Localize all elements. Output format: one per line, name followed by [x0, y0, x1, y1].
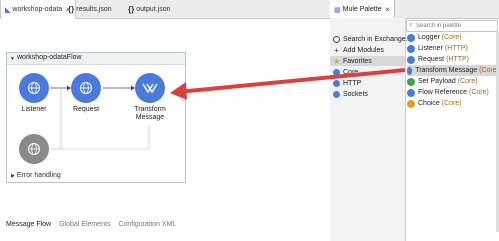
search-icon: ⌕	[409, 22, 413, 28]
tab-label: output.json	[136, 5, 171, 13]
node-label-request: Request	[72, 106, 100, 113]
choice-icon	[407, 99, 415, 108]
connector-line	[50, 88, 62, 150]
tab-results-json[interactable]: {} results.json	[64, 0, 116, 18]
listener-node[interactable]	[19, 73, 49, 103]
connector-line	[53, 125, 150, 150]
tab-label: results.json	[76, 5, 112, 13]
plus-icon: +	[334, 45, 339, 55]
node-label-listener: Listener	[21, 106, 47, 113]
tab-label: workshop-odata	[12, 6, 63, 13]
operation-flow-reference[interactable]: Flow Reference (Core)	[407, 87, 499, 98]
star-icon: ★	[333, 56, 341, 66]
operation-module: (Core)	[441, 100, 462, 107]
set-payload-icon	[407, 77, 415, 86]
source-placeholder-node[interactable]	[19, 134, 49, 164]
category-label: Sockets	[343, 90, 368, 98]
palette-categories: Search in Exchange... + Add Modules ★ Fa…	[330, 18, 412, 241]
transform-message-node[interactable]	[135, 73, 165, 103]
error-handling-label: Error handling	[16, 172, 61, 179]
mule-file-icon: ◣	[5, 6, 11, 14]
operation-module: (Core)	[441, 34, 462, 41]
request-node[interactable]	[71, 73, 101, 103]
tab-message-flow[interactable]: Message Flow	[6, 221, 51, 228]
operation-name: Set Payload	[418, 78, 456, 85]
category-label: HTTP	[343, 79, 362, 87]
operation-name: Logger	[418, 34, 440, 41]
category-core[interactable]: Core	[333, 67, 358, 77]
category-add-modules[interactable]: + Add Modules	[333, 45, 384, 55]
globe-icon	[28, 82, 40, 94]
category-label: Core	[343, 68, 359, 76]
operation-request[interactable]: Request (HTTP)	[407, 54, 499, 65]
tab-configuration-xml[interactable]: Configuration XML	[118, 221, 176, 228]
logger-icon	[407, 33, 415, 42]
listener-icon	[407, 44, 415, 53]
tab-global-elements[interactable]: Global Elements	[59, 221, 110, 228]
http-icon	[333, 79, 340, 87]
globe-arrow-icon	[80, 82, 92, 94]
exchange-icon	[333, 35, 340, 43]
flow-reference-icon	[407, 88, 415, 97]
tab-output-json[interactable]: {} output.json	[124, 0, 174, 18]
operation-name: Transform Message	[415, 67, 478, 74]
request-icon	[407, 55, 415, 64]
palette-tab-bar: ▦ Mule Palette ✕	[330, 0, 499, 19]
close-icon[interactable]: ✕	[385, 6, 391, 14]
operation-transform-message[interactable]: Transform Message (Core)	[407, 65, 499, 76]
core-icon	[333, 68, 340, 76]
operation-module: (Core)	[469, 89, 489, 96]
operation-listener[interactable]: Listener (HTTP)	[407, 43, 499, 54]
json-file-icon: {}	[68, 4, 75, 14]
operation-logger[interactable]: Logger (Core)	[407, 32, 499, 43]
category-sockets[interactable]: Sockets	[333, 89, 368, 99]
category-http[interactable]: HTTP	[333, 78, 361, 88]
tab-label: Mule Palette	[342, 6, 382, 13]
operation-module: (HTTP)	[444, 45, 468, 52]
flow-container[interactable]: ▼ workshop-odataFlow Listener Request Tr…	[6, 52, 186, 183]
category-favorites[interactable]: ★ Favorites	[330, 56, 405, 66]
operation-name: Listener	[418, 45, 443, 52]
transform-icon	[407, 66, 413, 75]
palette-search-field[interactable]: ⌕	[406, 20, 498, 32]
category-label: Favorites	[343, 57, 372, 65]
editor-bottom-tabs: Message Flow Global Elements Configurati…	[6, 221, 182, 228]
globe-icon	[28, 143, 40, 155]
sockets-icon	[333, 90, 340, 98]
operation-name: Request	[418, 56, 445, 63]
operation-module: (HTTP)	[446, 56, 470, 63]
flow-editor: ◣ workshop-odata ✕ {} results.json {} ou…	[0, 0, 331, 241]
operation-name: Choice	[418, 100, 440, 107]
category-label: Search in Exchange...	[343, 35, 412, 43]
operation-set-payload[interactable]: Set Payload (Core)	[407, 76, 499, 87]
operation-name: Flow Reference	[418, 89, 468, 96]
json-file-icon: {}	[128, 4, 135, 14]
transform-icon	[142, 83, 158, 94]
editor-tab-bar: ◣ workshop-odata ✕ {} results.json {} ou…	[0, 0, 330, 19]
operation-choice[interactable]: Choice (Core)	[407, 98, 499, 109]
search-input[interactable]	[416, 21, 494, 31]
tab-mule-palette[interactable]: ▦ Mule Palette ✕	[330, 0, 396, 19]
error-handling-section[interactable]: ▶ Error handling	[11, 172, 61, 179]
node-label-transform-message: Transform Message	[134, 106, 166, 121]
palette-icon: ▦	[334, 6, 341, 14]
category-label: Add Modules	[343, 46, 384, 54]
expand-triangle-icon[interactable]: ▶	[11, 173, 15, 179]
mule-palette: ▦ Mule Palette ✕ Search in Exchange... +…	[330, 0, 499, 241]
category-search-exchange[interactable]: Search in Exchange...	[333, 34, 412, 44]
operation-module: (Core)	[457, 78, 478, 85]
